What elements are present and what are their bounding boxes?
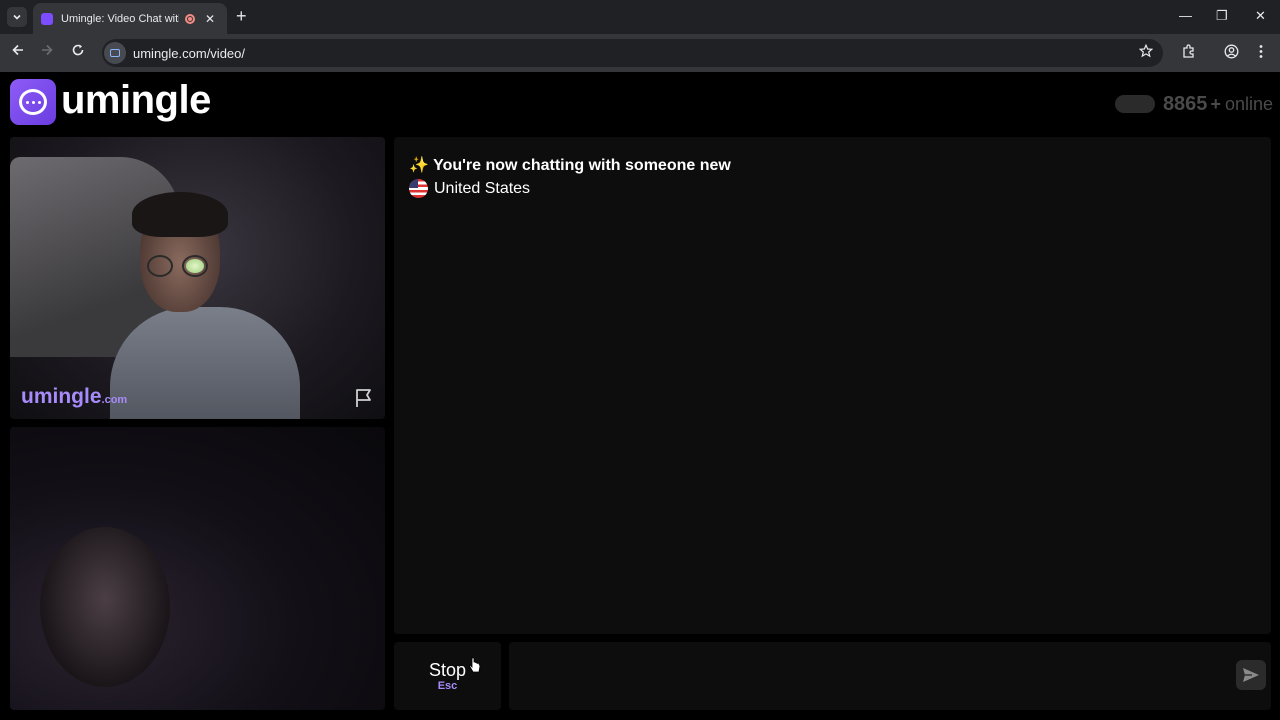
tab-title: Umingle: Video Chat with St bbox=[61, 12, 179, 25]
online-plus: + bbox=[1210, 94, 1221, 114]
online-counter: 8865 + online bbox=[1114, 92, 1273, 116]
chat-status-text: You're now chatting with someone new bbox=[433, 157, 731, 174]
browser-tab-active[interactable]: Umingle: Video Chat with St ✕ bbox=[33, 3, 227, 34]
browser-menu-icon[interactable] bbox=[1258, 44, 1264, 59]
close-window-button[interactable]: ✕ bbox=[1255, 8, 1266, 24]
remote-video-person-hair bbox=[132, 192, 228, 237]
stop-label: Stop bbox=[428, 660, 467, 680]
send-button[interactable] bbox=[1236, 660, 1266, 690]
browser-tab-bar: Umingle: Video Chat with St ✕ + — ❐ ✕ bbox=[0, 0, 1280, 34]
mouse-pointer-icon bbox=[469, 657, 481, 673]
theme-toggle[interactable] bbox=[1114, 95, 1155, 113]
stop-shortcut: Esc bbox=[437, 680, 458, 692]
chevron-down-icon bbox=[13, 14, 21, 20]
site-favicon-icon bbox=[41, 12, 53, 25]
us-flag-icon bbox=[409, 179, 428, 198]
address-bar[interactable]: umingle.com/video/ bbox=[102, 39, 1163, 67]
tab-search-button[interactable] bbox=[7, 7, 27, 27]
watermark-suffix: .com bbox=[101, 394, 128, 406]
camera-permission-icon[interactable] bbox=[104, 42, 126, 64]
profile-icon[interactable] bbox=[1224, 44, 1239, 59]
bookmark-star-icon[interactable] bbox=[1139, 44, 1153, 58]
recording-indicator-icon bbox=[185, 13, 195, 24]
sparkle-icon: ✨ bbox=[409, 157, 429, 174]
partner-country: United States bbox=[409, 179, 530, 198]
chat-log: ✨ You're now chatting with someone new U… bbox=[394, 137, 1271, 634]
chat-status-message: ✨ You're now chatting with someone new bbox=[409, 155, 731, 175]
online-count: 8865 bbox=[1162, 93, 1208, 115]
stop-button[interactable]: Stop Esc bbox=[394, 642, 501, 710]
watermark-text: umingle bbox=[21, 385, 102, 408]
local-video-person bbox=[40, 527, 170, 687]
logo-text[interactable]: umingle bbox=[61, 78, 211, 123]
remote-video-glare bbox=[186, 259, 204, 273]
url-text[interactable]: umingle.com/video/ bbox=[133, 46, 245, 61]
report-flag-icon[interactable] bbox=[353, 387, 375, 409]
remote-video: umingle.com bbox=[10, 137, 385, 419]
minimize-window-button[interactable]: — bbox=[1179, 8, 1192, 24]
local-video bbox=[10, 427, 385, 710]
page: umingle 8865 + online umingle.com ✨ You'… bbox=[0, 72, 1280, 720]
close-tab-button[interactable]: ✕ bbox=[205, 12, 215, 26]
forward-arrow-icon[interactable] bbox=[40, 43, 54, 57]
new-tab-button[interactable]: + bbox=[236, 6, 247, 26]
reload-icon[interactable] bbox=[71, 43, 85, 57]
message-input[interactable] bbox=[509, 642, 1271, 710]
extensions-puzzle-icon[interactable] bbox=[1181, 44, 1196, 59]
logo-chat-icon[interactable] bbox=[10, 79, 56, 125]
video-watermark: umingle.com bbox=[21, 385, 127, 409]
restore-window-button[interactable]: ❐ bbox=[1216, 8, 1228, 24]
remote-video-glasses-left bbox=[147, 255, 173, 277]
send-arrow-icon bbox=[1243, 668, 1259, 682]
country-text: United States bbox=[434, 179, 531, 197]
back-arrow-icon[interactable] bbox=[11, 43, 25, 57]
online-label: online bbox=[1224, 94, 1273, 114]
browser-toolbar: umingle.com/video/ bbox=[0, 34, 1280, 72]
